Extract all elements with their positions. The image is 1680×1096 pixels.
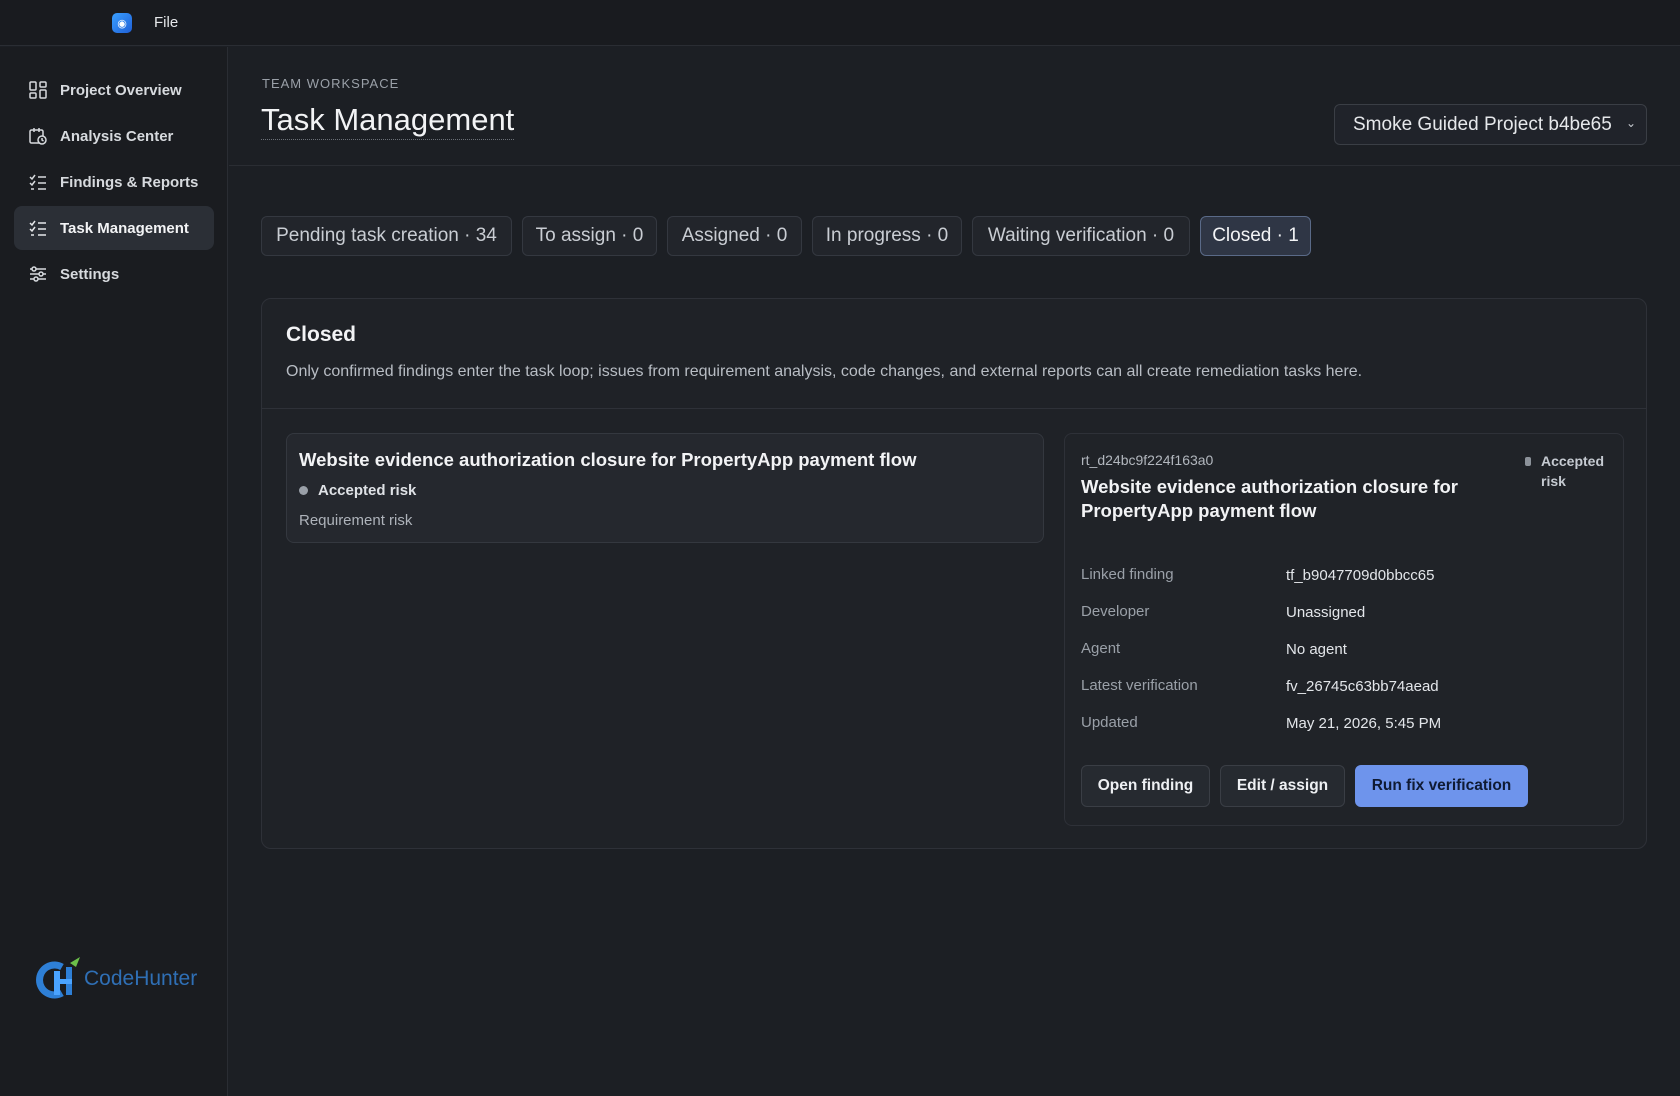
- menu-bar: ◉ File: [0, 0, 1680, 46]
- tab-to-assign[interactable]: To assign · 0: [522, 216, 657, 256]
- sidebar-item-label: Project Overview: [60, 81, 182, 99]
- panel-description: Only confirmed findings enter the task l…: [286, 363, 1363, 380]
- tab-in-progress[interactable]: In progress · 0: [812, 216, 962, 256]
- run-fix-verification-button[interactable]: Run fix verification: [1355, 765, 1528, 807]
- task-card[interactable]: Website evidence authorization closure f…: [286, 433, 1044, 543]
- open-finding-button[interactable]: Open finding: [1081, 765, 1210, 807]
- task-detail-title: Website evidence authorization closure f…: [1081, 476, 1458, 521]
- tab-assigned[interactable]: Assigned · 0: [667, 216, 802, 256]
- task-card-title: Website evidence authorization closure f…: [299, 449, 917, 470]
- sidebar-item-settings[interactable]: Settings: [14, 252, 214, 296]
- page-eyebrow: TEAM WORKSPACE: [262, 76, 400, 91]
- linked-finding-label: Linked finding: [1081, 566, 1174, 583]
- checklist-icon: [29, 220, 46, 236]
- tab-waiting-verification[interactable]: Waiting verification · 0: [972, 216, 1190, 256]
- sidebar-item-label: Settings: [60, 265, 120, 283]
- status-badge-line: risk: [1541, 473, 1566, 489]
- file-menu[interactable]: File: [154, 14, 178, 31]
- checklist-icon: [29, 174, 46, 190]
- sidebar-item-analysis-center[interactable]: Analysis Center: [14, 114, 214, 158]
- codehunter-logo: CodeHunter: [32, 957, 197, 1001]
- task-status-label: Accepted risk: [318, 482, 417, 499]
- panel-title: Closed: [286, 323, 357, 346]
- status-dot-icon: [299, 486, 308, 495]
- codehunter-logo-icon: [32, 957, 82, 1001]
- project-select[interactable]: Smoke Guided Project b4be65 ⌄: [1334, 104, 1647, 145]
- app-icon: ◉: [112, 13, 132, 33]
- sidebar-item-label: Analysis Center: [60, 127, 174, 145]
- developer-label: Developer: [1081, 603, 1150, 620]
- sidebar-item-label: Findings & Reports: [60, 173, 199, 191]
- task-type: Requirement risk: [299, 512, 413, 529]
- agent-label: Agent: [1081, 640, 1121, 657]
- edit-assign-button[interactable]: Edit / assign: [1220, 765, 1345, 807]
- latest-verification-label: Latest verification: [1081, 677, 1198, 694]
- updated-value: May 21, 2026, 5:45 PM: [1286, 715, 1442, 732]
- task-id: rt_d24bc9f224f163a0: [1081, 452, 1214, 468]
- calendar-clock-icon: [29, 128, 47, 145]
- tab-pending-task-creation[interactable]: Pending task creation · 34: [261, 216, 512, 256]
- status-badge: Accepted risk: [1525, 451, 1604, 491]
- sidebar-item-findings-reports[interactable]: Findings & Reports: [14, 160, 214, 204]
- linked-finding-value: tf_b9047709d0bbcc65: [1286, 567, 1435, 584]
- closed-tasks-panel: Closed Only confirmed findings enter the…: [261, 298, 1647, 849]
- latest-verification-value: fv_26745c63bb74aead: [1286, 678, 1439, 695]
- dashboard-icon: [29, 81, 47, 99]
- logo-text: CodeHunter: [84, 967, 198, 990]
- tab-closed[interactable]: Closed · 1: [1200, 216, 1311, 256]
- header-divider: [229, 165, 1680, 166]
- sidebar-item-label: Task Management: [60, 219, 189, 237]
- sidebar-item-task-management[interactable]: Task Management: [14, 206, 214, 250]
- task-detail: rt_d24bc9f224f163a0 Website evidence aut…: [1064, 433, 1624, 826]
- page-title: Task Management: [261, 102, 515, 140]
- updated-label: Updated: [1081, 714, 1138, 731]
- status-marker-icon: [1525, 457, 1531, 466]
- sidebar: Project Overview Analysis Center Finding…: [0, 47, 228, 1096]
- project-select-value: Smoke Guided Project b4be65: [1353, 113, 1612, 135]
- chevron-down-icon: ⌄: [1625, 116, 1636, 130]
- sidebar-item-project-overview[interactable]: Project Overview: [14, 68, 214, 112]
- task-status: Accepted risk: [299, 482, 416, 499]
- developer-value: Unassigned: [1286, 604, 1366, 621]
- panel-divider: [262, 408, 1646, 409]
- agent-value: No agent: [1286, 641, 1347, 658]
- sliders-icon: [30, 266, 46, 282]
- status-badge-line: Accepted: [1541, 453, 1605, 469]
